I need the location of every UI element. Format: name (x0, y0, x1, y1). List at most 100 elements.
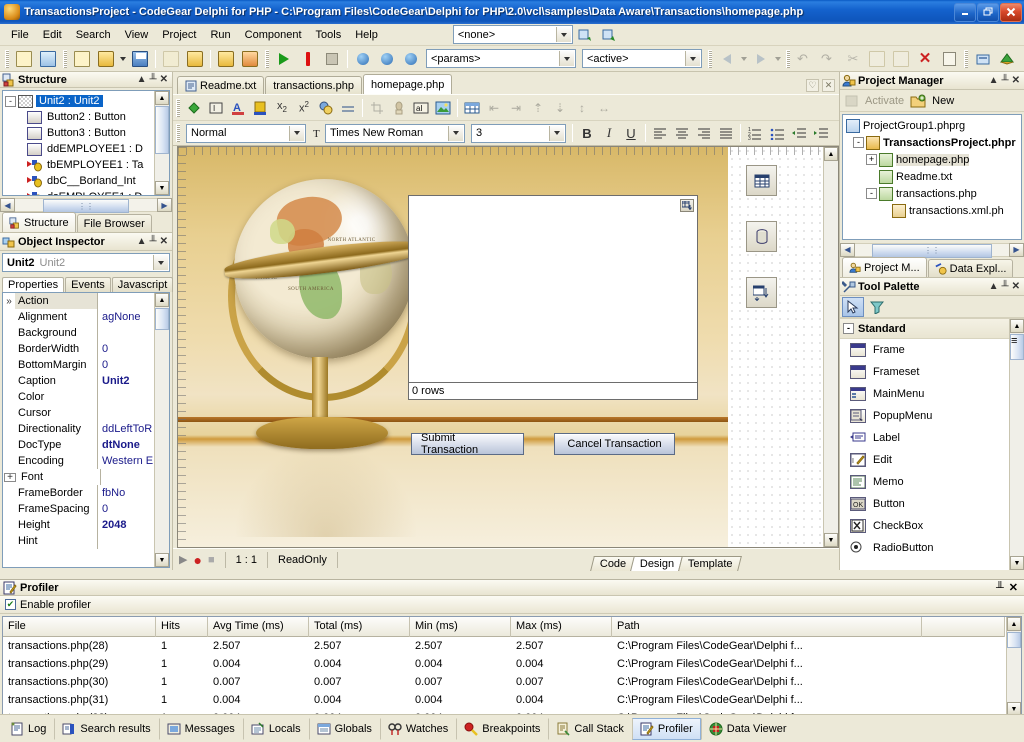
chevron-down-icon[interactable] (685, 51, 700, 66)
properties-scrollbar[interactable]: ▲ ▼ (154, 293, 169, 567)
nav-back-icon[interactable] (716, 48, 738, 70)
palette-item-checkbox[interactable]: CheckBox (840, 515, 1009, 537)
break-icon[interactable] (297, 48, 319, 70)
chevron-down-icon[interactable] (549, 125, 564, 141)
save-as-icon[interactable] (160, 48, 182, 70)
undo-icon[interactable]: ↶ (794, 48, 816, 70)
center-horizontally-icon[interactable]: ↕ (572, 98, 592, 118)
pin-icon[interactable]: ╨ (1002, 281, 1009, 292)
insert-special-char-icon[interactable] (389, 98, 409, 118)
palette-item-button[interactable]: OK Button (840, 493, 1009, 515)
property-row[interactable]: Directionality ddLeftToR (3, 421, 154, 437)
property-row[interactable]: DocType dtNone (3, 437, 154, 453)
menu-component[interactable]: Component (238, 27, 309, 43)
increase-indent-icon[interactable] (811, 123, 831, 143)
close-icon[interactable]: ✕ (1012, 281, 1020, 292)
play-icon[interactable]: ▶ (179, 553, 187, 566)
expander-icon[interactable]: + (866, 154, 877, 165)
cut-icon[interactable]: ✂ (842, 48, 864, 70)
view-tab-design[interactable]: Design (630, 555, 684, 571)
bottom-tab-breakpoints[interactable]: Breakpoints (456, 717, 548, 740)
scroll-down-icon[interactable]: ▼ (155, 181, 169, 195)
nav-forward-dropdown-icon[interactable] (774, 48, 782, 70)
insert-image-icon[interactable] (433, 98, 453, 118)
column-header-min[interactable]: Min (ms) (410, 617, 511, 638)
tab-structure[interactable]: Structure (2, 212, 76, 232)
menu-help[interactable]: Help (348, 27, 385, 43)
insert-text-icon[interactable]: aI (411, 98, 431, 118)
tree-node[interactable]: tbEMPLOYEE1 : Ta (5, 157, 153, 173)
toolbar-grip-5[interactable] (786, 49, 790, 68)
chevron-down-icon[interactable] (448, 125, 463, 141)
new-form-icon[interactable] (37, 48, 59, 70)
background-color-icon[interactable] (250, 98, 270, 118)
property-row[interactable]: FrameBorder fbNo (3, 485, 154, 501)
non-visual-component-area[interactable] (728, 147, 823, 547)
run-to-cursor-icon[interactable] (400, 48, 422, 70)
tree-node[interactable]: dbC__Borland_Int (5, 173, 153, 189)
scroll-thumb[interactable] (155, 308, 169, 330)
minimize-button[interactable] (954, 2, 976, 22)
scroll-thumb[interactable] (824, 161, 838, 207)
save-icon[interactable] (129, 48, 151, 70)
scroll-left-icon[interactable]: ◀ (0, 198, 15, 212)
help-icon[interactable] (972, 48, 994, 70)
toolbar-grip-2[interactable] (63, 49, 67, 68)
tab-data-explorer[interactable]: Data Expl... (927, 259, 1014, 277)
table-row[interactable]: transactions.php(29) 1 0.004 0.004 0.004… (3, 655, 1005, 673)
design-canvas[interactable]: NORTH ATLANTIC OCEAN SOUTH AMERICA PACIF… (177, 146, 839, 548)
redo-icon[interactable]: ↷ (818, 48, 840, 70)
bottom-tab-data-viewer[interactable]: Data Viewer (700, 717, 795, 740)
tool-palette-group-standard[interactable]: - Standard (840, 319, 1009, 339)
bottom-tab-watches[interactable]: Watches (379, 717, 456, 740)
property-value[interactable]: Unit2 (98, 375, 154, 387)
run-icon[interactable] (273, 48, 295, 70)
tree-node[interactable]: ddEMPLOYEE1 : D (5, 141, 153, 157)
bold-button[interactable]: B (577, 123, 597, 143)
save-all-icon[interactable] (184, 48, 206, 70)
italic-button[interactable]: I (599, 123, 619, 143)
property-row[interactable]: Color (3, 389, 154, 405)
insert-anchor-icon[interactable]: I (206, 98, 226, 118)
menu-file[interactable]: File (4, 27, 36, 43)
font-name-combo[interactable]: Times New Roman (325, 123, 465, 143)
structure-tree-hscrollbar[interactable]: ◀ ⋮⋮ ▶ (0, 198, 172, 213)
column-header-avg[interactable]: Avg Time (ms) (208, 617, 309, 638)
insert-table-icon[interactable] (462, 98, 482, 118)
menu-project[interactable]: Project (155, 27, 203, 43)
project-tree-node[interactable]: transactions.xml.ph (846, 202, 1021, 219)
scroll-up-icon[interactable]: ▲ (155, 91, 169, 106)
editor-tab-readme[interactable]: Readme.txt (177, 76, 265, 94)
project-tree-node[interactable]: - transactions.php (846, 185, 1021, 202)
dataset-component[interactable] (746, 165, 777, 196)
property-row[interactable]: Encoding Western E (3, 453, 154, 469)
profiler-scrollbar[interactable]: ▲ ▼ (1006, 617, 1021, 716)
bottom-tab-globals[interactable]: Globals (308, 717, 380, 740)
new-item-icon[interactable] (13, 48, 35, 70)
delete-icon[interactable]: ✕ (914, 48, 936, 70)
expander-icon[interactable]: - (853, 137, 864, 148)
style-icon[interactable] (316, 98, 336, 118)
table-row[interactable]: transactions.php(31) 1 0.004 0.004 0.004… (3, 691, 1005, 709)
scroll-left-icon[interactable]: ◀ (840, 242, 855, 257)
bottom-tab-profiler[interactable]: Profiler (631, 717, 701, 740)
favorite-icon[interactable]: ♡ (806, 79, 819, 92)
new-button[interactable]: New (932, 95, 954, 107)
align-bottom-icon[interactable]: ⇣ (550, 98, 570, 118)
scroll-up-icon[interactable]: ▲ (1010, 319, 1024, 333)
project-combo[interactable]: <none> (452, 25, 573, 44)
toolbar-grip-3[interactable] (265, 49, 269, 68)
record-icon[interactable]: ● (193, 552, 201, 568)
close-tab-icon[interactable]: ✕ (822, 79, 835, 92)
toolbar-grip-4[interactable] (708, 49, 712, 68)
structure-tree-scrollbar[interactable]: ▲ ▼ (154, 91, 169, 195)
open-file-icon[interactable] (71, 48, 93, 70)
numbered-list-icon[interactable]: 123 (745, 123, 765, 143)
design-toolbar-grip[interactable] (176, 98, 180, 117)
property-value[interactable]: 0 (98, 503, 154, 515)
bottom-tab-locals[interactable]: Locals (242, 717, 309, 740)
column-header-file[interactable]: File (3, 617, 156, 638)
tree-node[interactable]: - Unit2 : Unit2 (5, 93, 153, 109)
chevron-down-icon[interactable] (153, 255, 168, 270)
profiler-table[interactable]: File Hits Avg Time (ms) Total (ms) Min (… (2, 616, 1022, 717)
